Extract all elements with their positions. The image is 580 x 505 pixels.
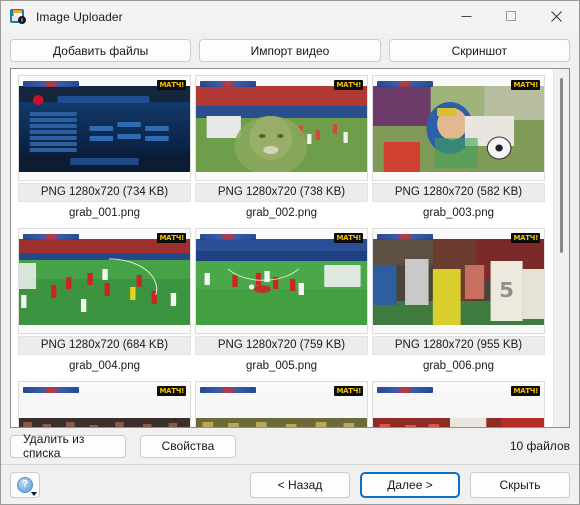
- list-item[interactable]: МАТЧ!: [372, 381, 545, 427]
- thumbnail-image: [19, 392, 190, 427]
- thumbnail-image: [196, 392, 367, 427]
- window-controls: [444, 1, 579, 32]
- thumbnail[interactable]: МАТЧ!: [18, 228, 191, 334]
- screenshot-button[interactable]: Скриншот: [388, 39, 570, 62]
- properties-button[interactable]: Свойства: [140, 434, 236, 458]
- thumbnail-image: [373, 392, 544, 427]
- list-item[interactable]: МАТЧ! PNG 1280x720 (738 KB) grab_002.png: [195, 75, 368, 228]
- thumbnail[interactable]: МАТЧ!: [18, 381, 191, 427]
- file-meta: PNG 1280x720 (684 KB): [18, 336, 191, 355]
- image-uploader-window: Image Uploader Добавить файлы Импорт вид…: [0, 0, 580, 505]
- maximize-icon[interactable]: [489, 1, 534, 32]
- back-button[interactable]: < Назад: [250, 471, 350, 498]
- thumbnail[interactable]: МАТЧ!: [195, 228, 368, 334]
- list-item[interactable]: МАТЧ! PNG 1280x720 (684 KB) grab_004.png: [18, 228, 191, 381]
- svg-text:5: 5: [499, 279, 514, 302]
- next-button[interactable]: Далее >: [360, 471, 460, 498]
- score-bug: [23, 234, 79, 240]
- broadcast-logo: МАТЧ!: [511, 386, 540, 396]
- broadcast-logo: МАТЧ!: [157, 80, 186, 90]
- thumbnail-image: [19, 239, 190, 325]
- file-row: МАТЧ! PNG 1280x720 (684 KB) grab_004.png: [11, 228, 552, 381]
- list-item[interactable]: 5 МАТЧ! PNG 1280x720 (955 KB) grab_006.p…: [372, 228, 545, 381]
- image-uploader-icon: [10, 8, 26, 25]
- broadcast-logo: МАТЧ!: [157, 386, 186, 396]
- close-icon[interactable]: [534, 1, 579, 32]
- remove-from-list-button[interactable]: Удалить из списка: [10, 432, 126, 460]
- score-bug: [377, 234, 433, 240]
- list-item[interactable]: МАТЧ!: [18, 381, 191, 427]
- help-icon: ?: [17, 476, 33, 493]
- thumbnail[interactable]: 5 МАТЧ!: [372, 228, 545, 334]
- file-name: grab_002.png: [246, 207, 317, 219]
- file-count-label: 10 файлов: [509, 439, 570, 453]
- score-bug: [23, 387, 79, 393]
- file-row: МАТЧ! МАТЧ! МАТЧ!: [11, 381, 552, 427]
- broadcast-logo: МАТЧ!: [334, 80, 363, 90]
- thumbnail-image: 5: [373, 239, 544, 325]
- title-bar: Image Uploader: [1, 1, 579, 33]
- chevron-down-icon: [31, 491, 37, 496]
- file-name: grab_003.png: [423, 207, 494, 219]
- file-meta: PNG 1280x720 (759 KB): [195, 336, 368, 355]
- score-bug: [377, 387, 433, 393]
- broadcast-logo: МАТЧ!: [334, 233, 363, 243]
- file-name: grab_006.png: [423, 360, 494, 372]
- thumbnail[interactable]: МАТЧ!: [372, 75, 545, 181]
- broadcast-logo: МАТЧ!: [334, 386, 363, 396]
- file-meta: PNG 1280x720 (955 KB): [372, 336, 545, 355]
- hide-button[interactable]: Скрыть: [470, 471, 570, 498]
- list-item[interactable]: МАТЧ! PNG 1280x720 (734 KB) grab_001.png: [18, 75, 191, 228]
- thumbnail-image: [373, 86, 544, 172]
- score-bug: [23, 81, 79, 87]
- file-name: grab_004.png: [69, 360, 140, 372]
- broadcast-logo: МАТЧ!: [511, 233, 540, 243]
- scrollbar-thumb[interactable]: [560, 78, 563, 253]
- vertical-scrollbar[interactable]: [553, 69, 569, 427]
- thumbnail[interactable]: МАТЧ!: [195, 381, 368, 427]
- list-item[interactable]: МАТЧ! PNG 1280x720 (582 KB) grab_003.png: [372, 75, 545, 228]
- file-name: grab_001.png: [69, 207, 140, 219]
- window-title: Image Uploader: [36, 9, 123, 24]
- thumbnail-image: [196, 86, 367, 172]
- help-button[interactable]: ?: [10, 471, 40, 498]
- score-bug: [200, 81, 256, 87]
- thumbnail[interactable]: МАТЧ!: [195, 75, 368, 181]
- file-meta: PNG 1280x720 (582 KB): [372, 183, 545, 202]
- add-files-button[interactable]: Добавить файлы: [10, 39, 192, 62]
- score-bug: [377, 81, 433, 87]
- thumbnail[interactable]: МАТЧ!: [18, 75, 191, 181]
- thumbnail[interactable]: МАТЧ!: [372, 381, 545, 427]
- score-bug: [200, 387, 256, 393]
- file-meta: PNG 1280x720 (734 KB): [18, 183, 191, 202]
- score-bug: [200, 234, 256, 240]
- file-row: МАТЧ! PNG 1280x720 (734 KB) grab_001.png: [11, 75, 552, 228]
- file-list-grid: МАТЧ! PNG 1280x720 (734 KB) grab_001.png: [11, 69, 552, 427]
- import-video-button[interactable]: Импорт видео: [199, 39, 381, 62]
- file-meta: PNG 1280x720 (738 KB): [195, 183, 368, 202]
- list-item[interactable]: МАТЧ!: [195, 381, 368, 427]
- list-item[interactable]: МАТЧ! PNG 1280x720 (759 KB) grab_005.png: [195, 228, 368, 381]
- broadcast-logo: МАТЧ!: [511, 80, 540, 90]
- status-bar: Удалить из списка Свойства 10 файлов: [1, 428, 579, 464]
- file-list-panel: МАТЧ! PNG 1280x720 (734 KB) grab_001.png: [10, 68, 570, 428]
- footer-bar: ? < Назад Далее > Скрыть: [1, 464, 579, 504]
- toolbar: Добавить файлы Импорт видео Скриншот: [1, 33, 579, 68]
- thumbnail-image: [196, 239, 367, 325]
- navigation-buttons: < Назад Далее > Скрыть: [250, 471, 570, 498]
- broadcast-logo: МАТЧ!: [157, 233, 186, 243]
- minimize-icon[interactable]: [444, 1, 489, 32]
- thumbnail-image: [19, 86, 190, 172]
- file-name: grab_005.png: [246, 360, 317, 372]
